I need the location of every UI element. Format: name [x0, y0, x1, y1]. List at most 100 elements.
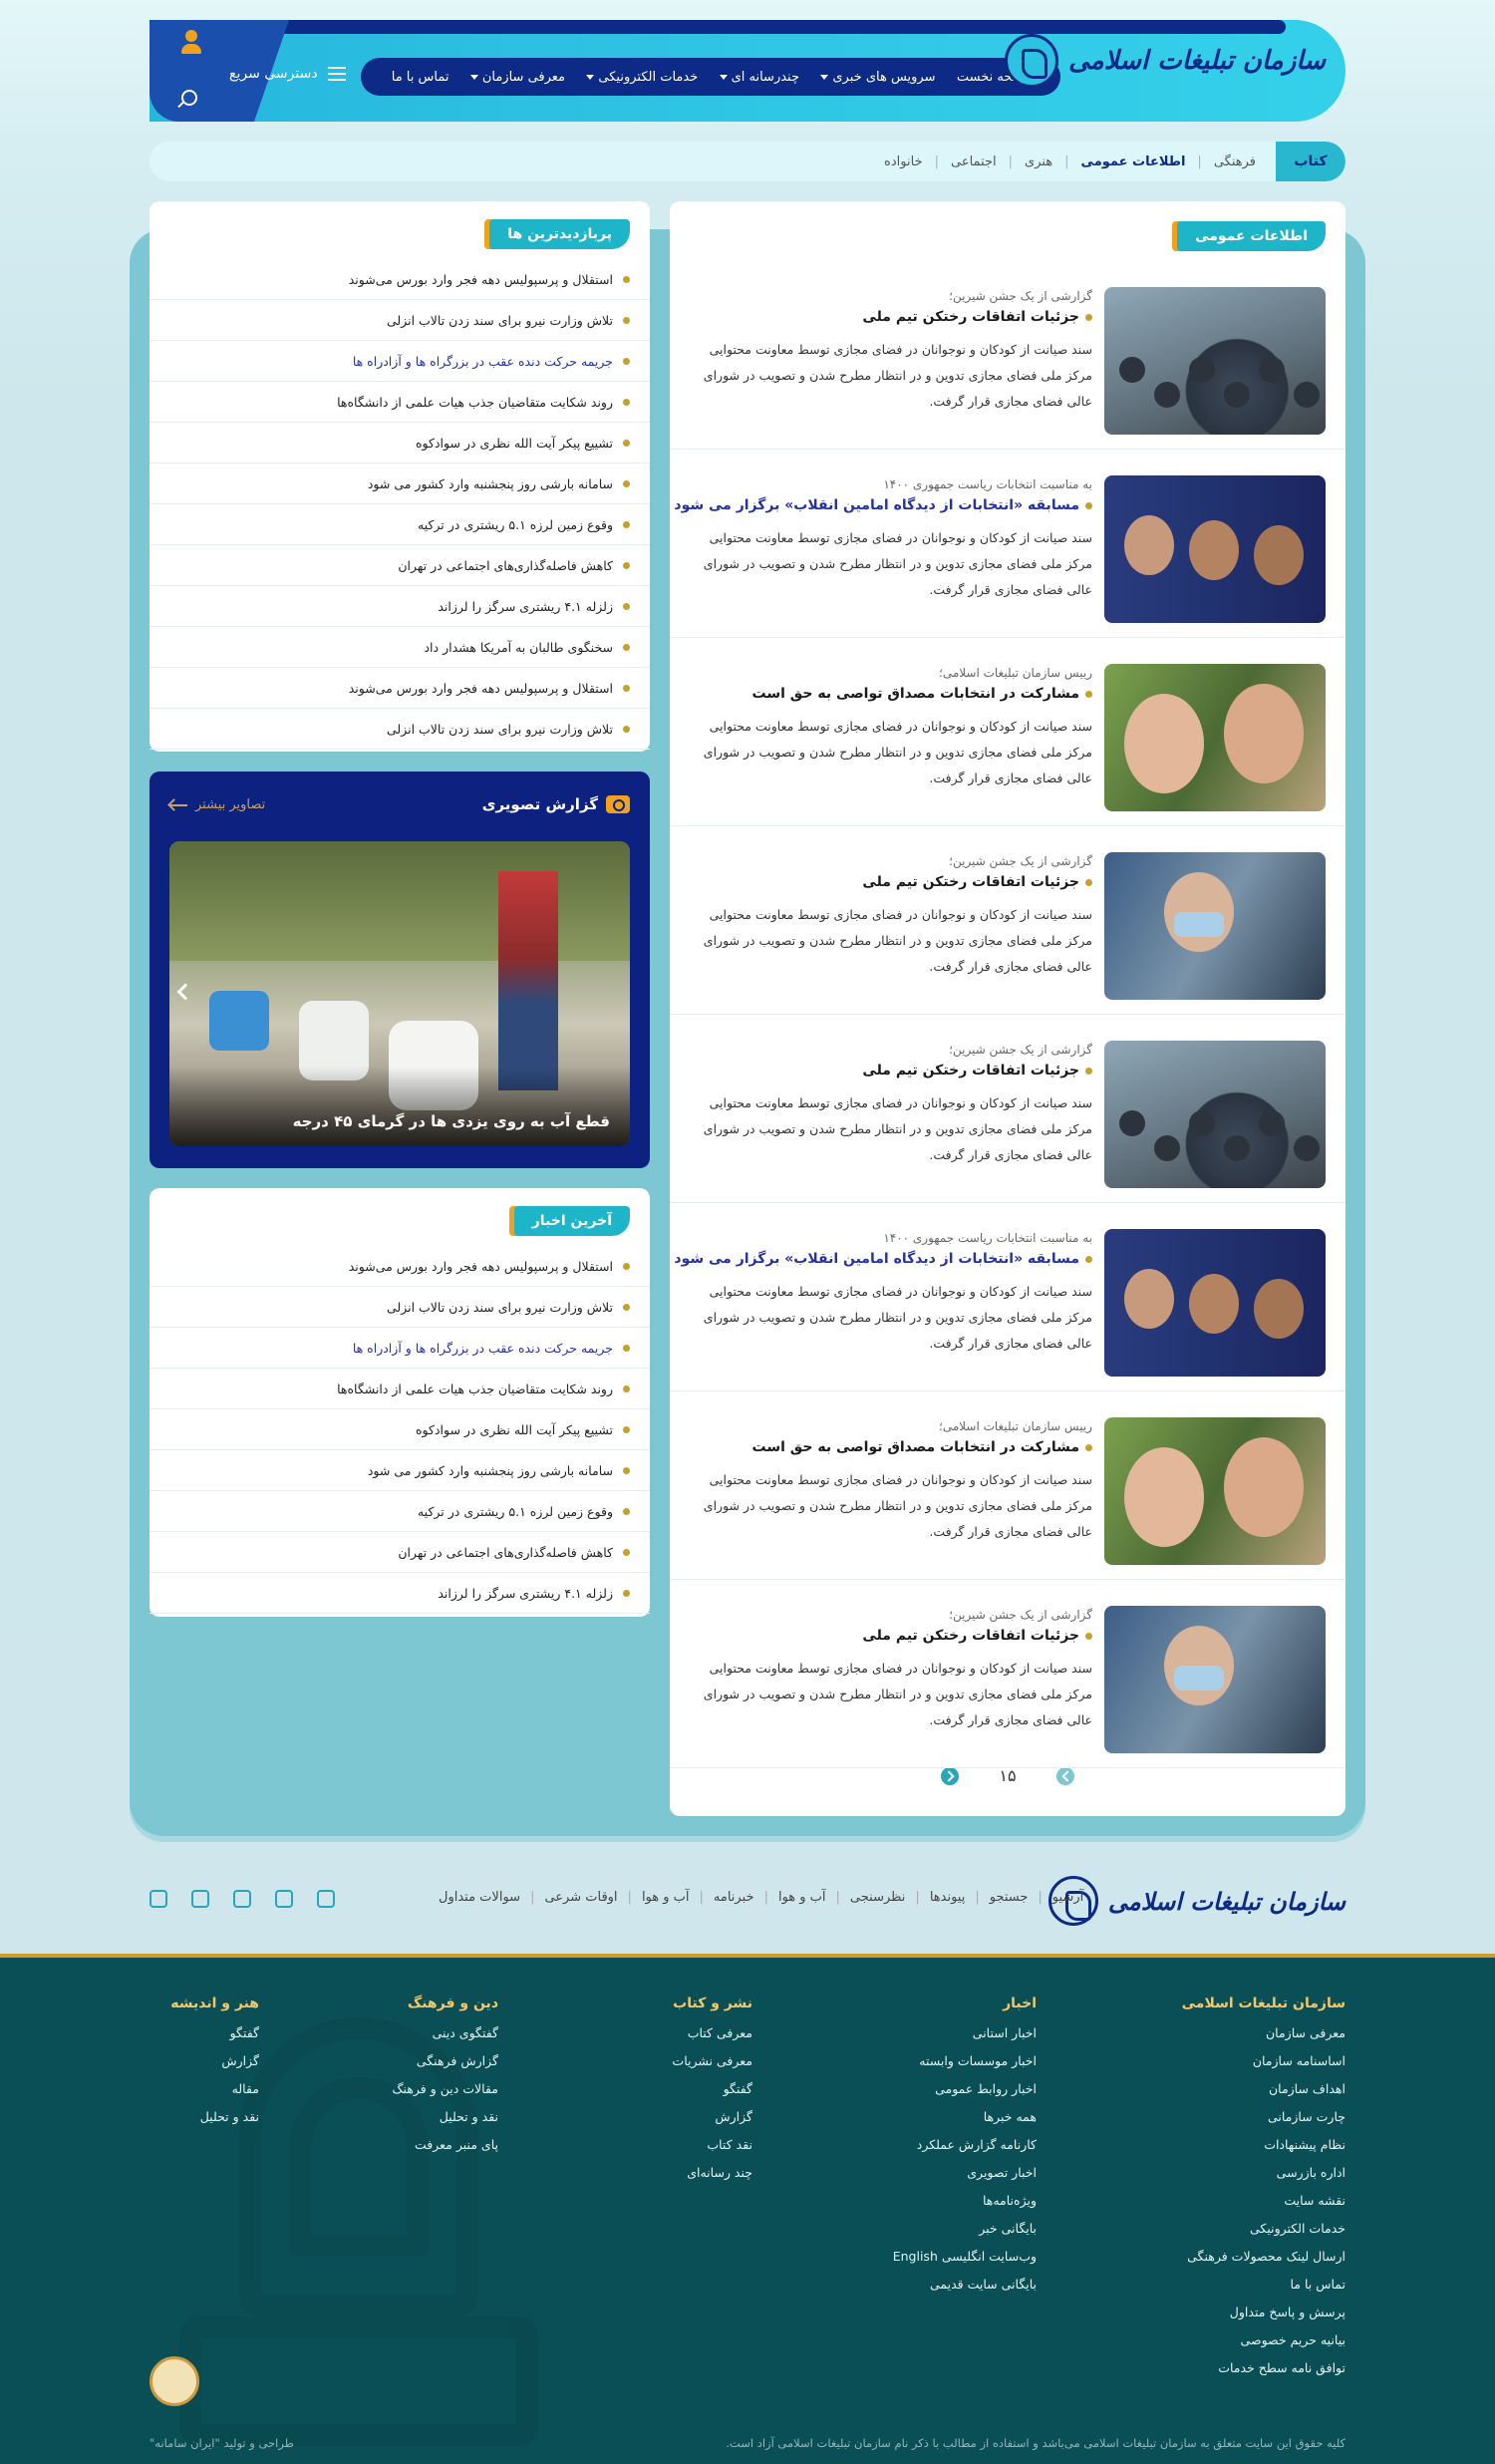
next-page-icon[interactable] — [941, 1766, 960, 1785]
footer-link[interactable]: اخبار روابط عمومی — [893, 2081, 1037, 2109]
news-item[interactable]: به مناسبت انتخابات ریاست جمهوری ۱۴۰۰ مساب… — [670, 1203, 1346, 1391]
footer-link[interactable]: اساسنامه سازمان — [1182, 2053, 1346, 2081]
instagram-icon[interactable] — [191, 1890, 209, 1908]
footer-link[interactable]: سوالات متداول — [439, 1890, 520, 1905]
footer-link[interactable]: چارت سازمانی — [1182, 2109, 1346, 2137]
list-item[interactable]: استقلال و پرسپولیس دهه فجر وارد بورس می‌… — [150, 1246, 650, 1287]
footer-link[interactable]: بیانیه حریم خصوصی — [1182, 2332, 1346, 2360]
footer-link[interactable]: جستجو — [990, 1890, 1029, 1905]
footer-link[interactable]: آب و هوا — [778, 1890, 826, 1905]
news-title[interactable]: مسابقه «انتخابات از دیدگاه امامین انقلاب… — [674, 1251, 1092, 1267]
list-item[interactable]: سخنگوی طالبان به آمریکا هشدار داد — [150, 627, 650, 668]
tab-book[interactable]: کتاب — [1276, 142, 1346, 181]
list-item[interactable]: تلاش وزارت نیرو برای سند زدن تالاب انزلی — [150, 1287, 650, 1328]
footer-link[interactable]: نقد و تحلیل — [170, 2109, 259, 2137]
list-item[interactable]: استقلال و پرسپولیس دهه فجر وارد بورس می‌… — [150, 259, 650, 300]
list-item[interactable]: روند شکایت متقاضیان جذب هیات علمی از دان… — [150, 382, 650, 423]
footer-link[interactable]: معرفی سازمان — [1182, 2025, 1346, 2053]
news-thumbnail[interactable] — [1104, 1229, 1326, 1377]
news-title[interactable]: جزئیات اتفاقات رختکن تیم ملی — [862, 1628, 1092, 1644]
news-thumbnail[interactable] — [1104, 664, 1326, 811]
footer-link[interactable]: چند رسانه‌ای — [672, 2165, 752, 2193]
site-logo[interactable]: سازمان تبلیغات اسلامی — [1005, 34, 1326, 88]
footer-logo[interactable]: سازمان تبلیغات اسلامی — [1047, 1876, 1346, 1926]
quick-access-button[interactable]: دسترسی سریع — [229, 66, 346, 82]
news-item[interactable]: گزارشی از یک جشن شیرین؛ جزئیات اتفاقات رخ… — [670, 1015, 1346, 1203]
list-item[interactable]: تلاش وزارت نیرو برای سند زدن تالاب انزلی — [150, 300, 650, 341]
news-title[interactable]: مسابقه «انتخابات از دیدگاه امامین انقلاب… — [674, 497, 1092, 513]
chevron-left-icon[interactable] — [176, 983, 194, 1001]
list-item[interactable]: روند شکایت متقاضیان جذب هیات علمی از دان… — [150, 1369, 650, 1409]
footer-link[interactable]: مقالات دین و فرهنگ — [392, 2081, 498, 2109]
news-title[interactable]: جزئیات اتفاقات رختکن تیم ملی — [862, 1063, 1092, 1078]
footer-link[interactable]: خبرنامه — [714, 1890, 754, 1905]
footer-link[interactable]: آرشیو — [1052, 1890, 1083, 1905]
footer-link[interactable]: گزارش فرهنگی — [392, 2053, 498, 2081]
footer-link[interactable]: توافق نامه سطح خدمات — [1182, 2360, 1346, 2388]
footer-link[interactable]: نظرسنجی — [850, 1890, 906, 1905]
footer-link[interactable]: نظام پیشنهادات — [1182, 2137, 1346, 2165]
footer-link[interactable]: تماس با ما — [1182, 2277, 1346, 2305]
footer-link[interactable]: گفتگو — [672, 2081, 752, 2109]
list-item[interactable]: جریمه حرکت دنده عقب در بزرگراه ها و آزاد… — [150, 341, 650, 382]
footer-link[interactable]: گفتگوی دینی — [392, 2025, 498, 2053]
footer-link[interactable]: پای منبر معرفت — [392, 2137, 498, 2165]
news-item[interactable]: گزارشی از یک جشن شیرین؛ جزئیات اتفاقات رخ… — [670, 826, 1346, 1015]
footer-link[interactable]: خدمات الکترونیکی — [1182, 2221, 1346, 2249]
footer-link[interactable]: گفتگو — [170, 2025, 259, 2053]
list-item[interactable]: تشییع پیکر آیت الله نظری در سوادکوه — [150, 423, 650, 463]
list-item[interactable]: تلاش وزارت نیرو برای سند زدن تالاب انزلی — [150, 709, 650, 750]
news-item[interactable]: گزارشی از یک جشن شیرین؛ جزئیات اتفاقات رخ… — [670, 1580, 1346, 1768]
nav-item[interactable]: معرفی سازمان — [469, 70, 565, 85]
footer-link[interactable]: اخبار استانی — [893, 2025, 1037, 2053]
news-thumbnail[interactable] — [1104, 287, 1326, 435]
footer-link[interactable]: معرفی کتاب — [672, 2025, 752, 2053]
footer-link[interactable]: اداره بازرسی — [1182, 2165, 1346, 2193]
aparat-icon[interactable] — [150, 1890, 167, 1908]
footer-link[interactable]: همه خبرها — [893, 2109, 1037, 2137]
news-title[interactable]: جزئیات اتفاقات رختکن تیم ملی — [862, 874, 1092, 890]
news-item[interactable]: رییس سازمان تبلیغات اسلامی؛ مشارکت در انت… — [670, 1391, 1346, 1580]
list-item[interactable]: جریمه حرکت دنده عقب در بزرگراه ها و آزاد… — [150, 1328, 650, 1369]
news-item[interactable]: رییس سازمان تبلیغات اسلامی؛ مشارکت در انت… — [670, 638, 1346, 826]
nav-item[interactable]: سرویس های خبری — [820, 70, 935, 85]
news-title[interactable]: مشارکت در انتخابات مصداق تواصی به حق است — [752, 686, 1092, 702]
list-item[interactable]: کاهش فاصله‌گذاری‌های اجتماعی در تهران — [150, 1532, 650, 1573]
nav-item[interactable]: تماس با ما — [392, 70, 449, 85]
footer-link[interactable]: اهداف سازمان — [1182, 2081, 1346, 2109]
footer-link[interactable]: کارنامه گزارش عملکرد — [893, 2137, 1037, 2165]
search-icon[interactable] — [181, 90, 197, 106]
user-icon[interactable] — [179, 30, 203, 60]
list-item[interactable]: سامانه بارشی روز پنجشنبه وارد کشور می شو… — [150, 463, 650, 504]
category-item[interactable]: خانواده — [884, 154, 923, 169]
more-photos-link[interactable]: تصاویر بیشتر — [169, 797, 265, 812]
footer-link[interactable]: اوقات شرعی — [544, 1890, 617, 1905]
list-item[interactable]: وقوع زمین لرزه ۵.۱ ریشتری در ترکیه — [150, 504, 650, 545]
list-item[interactable]: سامانه بارشی روز پنجشنبه وارد کشور می شو… — [150, 1450, 650, 1491]
nav-item[interactable]: چندرسانه ای — [719, 70, 799, 85]
telegram-icon[interactable] — [233, 1890, 251, 1908]
list-item[interactable]: تشییع پیکر آیت الله نظری در سوادکوه — [150, 1409, 650, 1450]
photo-report-image[interactable]: قطع آب به روی یزدی ها در گرمای ۴۵ درجه — [169, 841, 630, 1146]
rss-icon[interactable] — [317, 1890, 335, 1908]
current-page[interactable]: ۱۵ — [999, 1766, 1016, 1785]
list-item[interactable]: استقلال و پرسپولیس دهه فجر وارد بورس می‌… — [150, 668, 650, 709]
news-thumbnail[interactable] — [1104, 852, 1326, 1000]
news-title[interactable]: جزئیات اتفاقات رختکن تیم ملی — [862, 309, 1092, 325]
footer-link[interactable]: گزارش — [672, 2109, 752, 2137]
news-thumbnail[interactable] — [1104, 1041, 1326, 1188]
nav-item[interactable]: خدمات الکترونیکی — [586, 70, 698, 85]
credit-text[interactable]: طراحی و تولید "ایران سامانه" — [150, 2436, 294, 2450]
list-item[interactable]: وقوع زمین لرزه ۵.۱ ریشتری در ترکیه — [150, 1491, 650, 1532]
news-thumbnail[interactable] — [1104, 1417, 1326, 1565]
footer-link[interactable]: بایگانی خبر — [893, 2221, 1037, 2249]
category-item[interactable]: فرهنگی — [1214, 154, 1256, 169]
footer-link[interactable]: ارسال لینک محصولات فرهنگی — [1182, 2249, 1346, 2277]
news-title[interactable]: مشارکت در انتخابات مصداق تواصی به حق است — [752, 1439, 1092, 1455]
footer-link[interactable]: گزارش — [170, 2053, 259, 2081]
photo-caption[interactable]: قطع آب به روی یزدی ها در گرمای ۴۵ درجه — [293, 1112, 610, 1130]
footer-link[interactable]: مقاله — [170, 2081, 259, 2109]
footer-link[interactable]: نقد و تحلیل — [392, 2109, 498, 2137]
news-item[interactable]: گزارشی از یک جشن شیرین؛ جزئیات اتفاقات رخ… — [670, 261, 1346, 450]
news-thumbnail[interactable] — [1104, 475, 1326, 623]
